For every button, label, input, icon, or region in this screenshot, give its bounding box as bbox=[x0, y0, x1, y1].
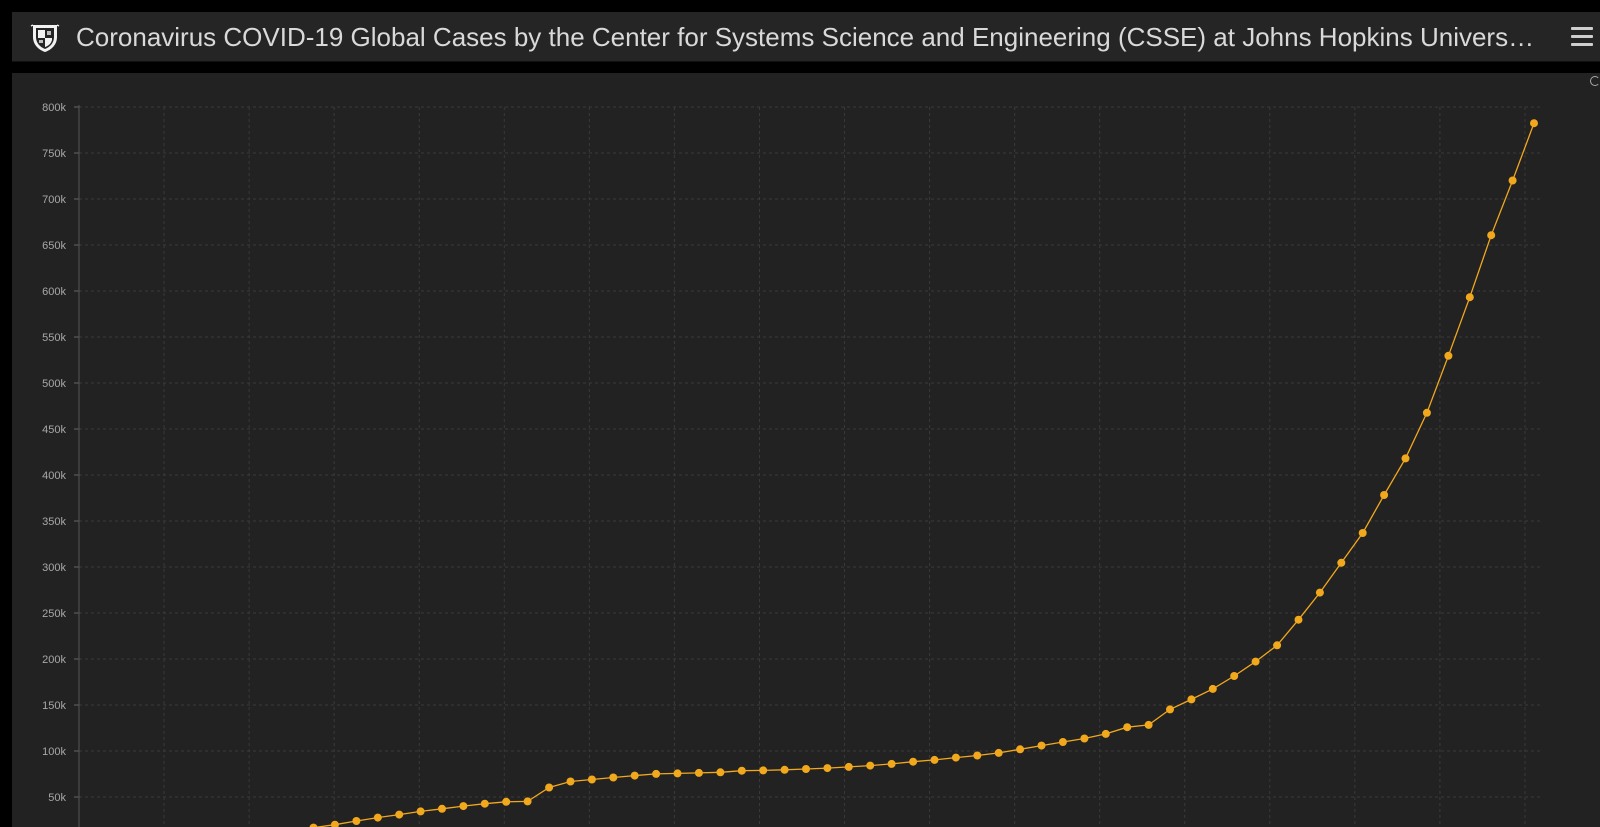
data-point bbox=[673, 769, 682, 778]
data-point bbox=[438, 804, 446, 813]
cases-line-chart: 50k 100k 150k 200k 250k 300k 350k 400k 450k 500k 5… bbox=[42, 102, 1542, 827]
data-point bbox=[652, 769, 661, 778]
data-point bbox=[1465, 293, 1474, 302]
data-point bbox=[545, 783, 554, 792]
y-tick-label: 500k bbox=[42, 378, 66, 390]
data-point bbox=[887, 759, 896, 768]
data-point bbox=[1037, 741, 1046, 750]
data-point bbox=[1380, 491, 1389, 499]
hamburger-menu-icon[interactable] bbox=[1568, 22, 1596, 52]
y-tick-label: 50k bbox=[48, 792, 66, 804]
data-point bbox=[1166, 705, 1174, 714]
cases-chart-panel: 50k 100k 150k 200k 250k 300k 350k 400k 450k 500k 5… bbox=[12, 73, 1600, 827]
page-title: Coronavirus COVID-19 Global Cases by the… bbox=[76, 22, 1536, 52]
data-point bbox=[1530, 119, 1538, 128]
data-point bbox=[566, 777, 575, 786]
university-shield-icon bbox=[30, 24, 60, 52]
data-point bbox=[780, 765, 789, 774]
data-point bbox=[352, 817, 361, 825]
data-point bbox=[1208, 684, 1217, 693]
data-point bbox=[1080, 734, 1089, 743]
data-point bbox=[1187, 695, 1196, 704]
data-point bbox=[309, 823, 318, 827]
data-point bbox=[373, 813, 382, 822]
data-point bbox=[587, 775, 596, 784]
dashboard-header: Coronavirus COVID-19 Global Cases by the… bbox=[12, 12, 1600, 62]
data-point bbox=[502, 797, 511, 806]
data-point bbox=[1294, 615, 1303, 624]
data-point bbox=[716, 768, 725, 777]
data-point bbox=[630, 771, 639, 780]
data-point bbox=[909, 757, 918, 766]
y-tick-label: 300k bbox=[42, 562, 66, 574]
y-tick-label: 800k bbox=[42, 102, 66, 114]
data-point bbox=[480, 799, 489, 808]
data-point bbox=[1058, 738, 1067, 746]
data-point bbox=[1358, 529, 1367, 537]
data-point bbox=[523, 797, 532, 806]
data-point bbox=[330, 820, 339, 827]
data-point bbox=[1444, 351, 1453, 360]
data-point bbox=[973, 751, 982, 760]
data-point bbox=[609, 773, 618, 782]
data-point bbox=[1144, 720, 1153, 729]
data-point bbox=[844, 762, 853, 771]
data-point bbox=[951, 753, 960, 762]
data-point bbox=[1230, 672, 1239, 680]
data-point bbox=[1101, 729, 1110, 738]
data-point bbox=[1337, 558, 1346, 567]
y-tick-label: 750k bbox=[42, 148, 66, 160]
data-point bbox=[1422, 408, 1431, 417]
y-tick-label: 600k bbox=[42, 286, 66, 298]
data-point bbox=[802, 765, 810, 773]
y-tick-label: 700k bbox=[42, 194, 66, 206]
data-point bbox=[1273, 641, 1282, 650]
data-point bbox=[930, 755, 939, 764]
data-point bbox=[1508, 176, 1517, 185]
y-tick-label: 150k bbox=[42, 700, 66, 712]
data-point bbox=[759, 766, 768, 775]
data-point bbox=[459, 802, 468, 811]
data-point bbox=[1016, 745, 1025, 754]
dashboard-window: Coronavirus COVID-19 Global Cases by the… bbox=[0, 0, 1600, 827]
data-point bbox=[866, 761, 875, 770]
y-tick-label: 100k bbox=[42, 746, 66, 758]
data-point bbox=[1401, 454, 1410, 463]
data-point bbox=[737, 766, 746, 775]
y-tick-label: 400k bbox=[42, 470, 66, 482]
data-point bbox=[1315, 588, 1324, 597]
y-tick-label: 550k bbox=[42, 332, 66, 344]
data-point bbox=[1251, 657, 1260, 666]
data-point bbox=[823, 764, 832, 773]
y-tick-label: 200k bbox=[42, 654, 66, 666]
y-tick-label: 650k bbox=[42, 240, 66, 252]
y-tick-label: 250k bbox=[42, 608, 66, 620]
data-point bbox=[416, 807, 425, 816]
data-point bbox=[395, 810, 404, 819]
data-point bbox=[994, 748, 1003, 757]
data-point bbox=[1487, 231, 1496, 240]
data-point bbox=[694, 768, 703, 777]
data-point bbox=[1123, 723, 1132, 732]
y-tick-label: 350k bbox=[42, 516, 66, 528]
y-tick-label: 450k bbox=[42, 424, 66, 436]
